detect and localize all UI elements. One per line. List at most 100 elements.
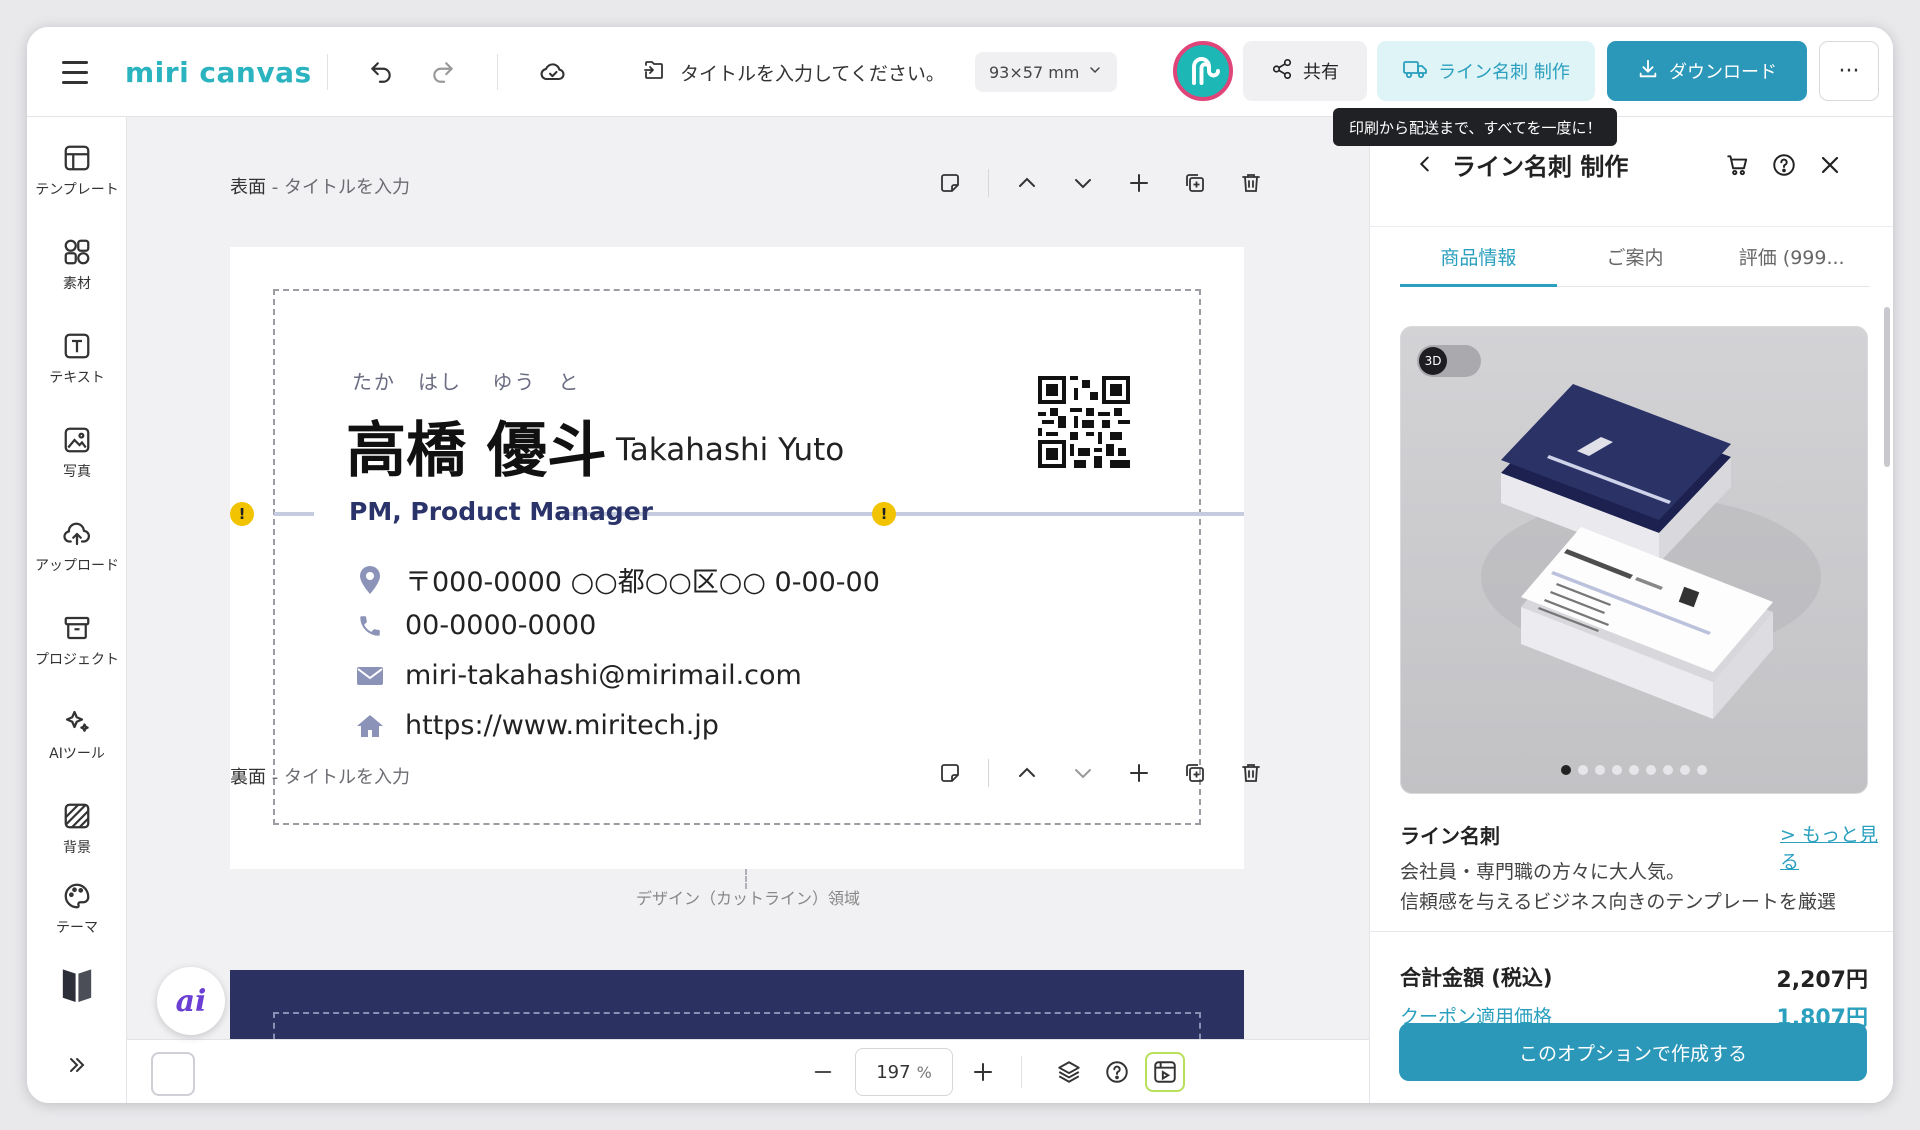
- cloud-save-icon[interactable]: [531, 50, 575, 94]
- sidebar-item-upload[interactable]: アップロード: [27, 507, 127, 587]
- sidebar-item-text[interactable]: テキスト: [27, 319, 127, 399]
- tools-divider: [988, 169, 989, 197]
- carousel-dot[interactable]: [1697, 765, 1707, 775]
- guide-book-icon[interactable]: [59, 967, 95, 1003]
- share-icon: [1271, 58, 1293, 85]
- expand-sidebar-icon[interactable]: [59, 1047, 95, 1083]
- carousel-dot[interactable]: [1646, 765, 1656, 775]
- line-card-label: ライン名刺 制作: [1438, 62, 1570, 83]
- carousel-dot[interactable]: [1612, 765, 1622, 775]
- menu-icon[interactable]: [57, 54, 93, 90]
- line-card-order-button[interactable]: ライン名刺 制作: [1377, 41, 1595, 101]
- sidebar-item-label: 写真: [63, 464, 91, 480]
- zoom-out-button[interactable]: [803, 1052, 843, 1092]
- upload-icon: [63, 522, 90, 546]
- sidebar-item-photo[interactable]: 写真: [27, 413, 127, 493]
- document-title[interactable]: タイトルを入力してください。: [642, 50, 945, 94]
- right-panel: ライン名刺 制作 商品情報 ご案内 評価 (999... 3D ライン名刺 > …: [1369, 117, 1893, 1103]
- move-up-icon[interactable]: [1009, 755, 1045, 791]
- carousel-dot[interactable]: [1663, 765, 1673, 775]
- duplicate-page-icon[interactable]: [1177, 165, 1213, 201]
- move-up-icon[interactable]: [1009, 165, 1045, 201]
- back-page-tools: [932, 755, 1289, 791]
- front-title[interactable]: - タイトルを入力: [266, 177, 410, 198]
- user-avatar[interactable]: [1173, 41, 1233, 101]
- preview-mode-icon[interactable]: [1145, 1052, 1185, 1092]
- page-thumbnail-button[interactable]: [151, 1052, 195, 1096]
- layers-icon[interactable]: [1049, 1052, 1089, 1092]
- zoom-input[interactable]: 197 %: [855, 1048, 953, 1096]
- warning-icon[interactable]: !: [230, 502, 254, 526]
- website-row[interactable]: https://www.miritech.jp: [355, 710, 719, 741]
- carousel-dot[interactable]: [1595, 765, 1605, 775]
- help-icon[interactable]: [1097, 1052, 1137, 1092]
- panel-scrollbar[interactable]: [1884, 307, 1890, 467]
- email-row[interactable]: miri-takahashi@mirimail.com: [355, 660, 802, 691]
- sidebar-item-background[interactable]: 背景: [27, 789, 127, 869]
- qr-code-image[interactable]: [1038, 376, 1130, 468]
- tab-product-info[interactable]: 商品情報: [1400, 227, 1557, 287]
- sidebar-item-theme[interactable]: テーマ: [27, 875, 127, 939]
- carousel-dot[interactable]: [1629, 765, 1639, 775]
- sidebar-item-template[interactable]: テンプレート: [27, 131, 127, 211]
- add-page-icon[interactable]: [1121, 165, 1157, 201]
- sidebar-item-label: テーマ: [56, 920, 98, 936]
- tab-reviews[interactable]: 評価 (999...: [1713, 227, 1870, 286]
- sidebar-item-label: 背景: [63, 840, 91, 856]
- app-logo[interactable]: miri canvas: [125, 49, 312, 95]
- page-note-icon[interactable]: [932, 165, 968, 201]
- move-down-icon[interactable]: [1065, 755, 1101, 791]
- back-title[interactable]: - タイトルを入力: [266, 767, 410, 788]
- sidebar-item-ai-tools[interactable]: AIツール: [27, 695, 127, 775]
- product-description: 会社員・専門職の方々に大人気。 信頼感を与えるビジネス向きのテンプレートを厳選: [1400, 857, 1860, 923]
- 3d-toggle[interactable]: 3D: [1417, 345, 1481, 377]
- accent-line: [562, 512, 1244, 516]
- ai-assistant-button[interactable]: ai: [157, 967, 225, 1035]
- zoom-in-button[interactable]: [963, 1052, 1003, 1092]
- name-japanese[interactable]: 高橋 優斗: [346, 402, 607, 489]
- front-page-label[interactable]: 表面 - タイトルを入力: [230, 173, 410, 199]
- duplicate-page-icon[interactable]: [1177, 755, 1213, 791]
- business-card-back[interactable]: [230, 970, 1244, 1039]
- undo-icon[interactable]: [359, 50, 403, 94]
- app-window: miri canvas タイトルを入力してください。 93×57 mm 共有 ラ…: [27, 27, 1893, 1103]
- move-down-icon[interactable]: [1065, 165, 1101, 201]
- text-icon: [64, 333, 90, 359]
- size-dropdown[interactable]: 93×57 mm: [975, 52, 1118, 92]
- more-options-button[interactable]: ···: [1819, 41, 1879, 101]
- back-page-label[interactable]: 裏面 - タイトルを入力: [230, 763, 410, 789]
- minus-icon: [814, 1071, 832, 1073]
- carousel-dot[interactable]: [1578, 765, 1588, 775]
- create-with-option-button[interactable]: このオプションで作成する: [1399, 1023, 1867, 1081]
- project-icon: [64, 616, 90, 640]
- add-page-icon[interactable]: [1121, 755, 1157, 791]
- name-furigana[interactable]: たか はし ゆう と: [352, 366, 580, 395]
- left-sidebar: テンプレート 素材 テキスト 写真 アップロード プロジェクト AIツール 背景…: [27, 117, 127, 1103]
- delete-page-icon[interactable]: [1233, 165, 1269, 201]
- phone-row[interactable]: 00-0000-0000: [355, 610, 596, 641]
- delete-page-icon[interactable]: [1233, 755, 1269, 791]
- address-row[interactable]: 〒000-0000 ○○都○○区○○ 0-00-00: [355, 560, 880, 599]
- sidebar-item-elements[interactable]: 素材: [27, 225, 127, 305]
- carousel-dot[interactable]: [1680, 765, 1690, 775]
- close-icon[interactable]: [1814, 149, 1846, 181]
- job-title[interactable]: PM, Product Manager: [349, 497, 653, 526]
- download-button[interactable]: ダウンロード: [1607, 41, 1807, 101]
- description-text: 会社員・専門職の方々に大人気。 信頼感を与えるビジネス向きのテンプレートを厳選: [1400, 861, 1836, 913]
- total-price: 2,207円: [1776, 968, 1868, 993]
- phone-icon: [355, 611, 385, 641]
- product-preview-image[interactable]: 3D: [1400, 326, 1868, 794]
- redo-icon[interactable]: [421, 50, 465, 94]
- page-note-icon[interactable]: [932, 755, 968, 791]
- warning-icon[interactable]: !: [872, 502, 896, 526]
- accent-line: [274, 512, 314, 516]
- name-english[interactable]: Takahashi Yuto: [616, 432, 844, 468]
- cart-icon[interactable]: [1722, 149, 1754, 181]
- help-icon[interactable]: [1768, 149, 1800, 181]
- share-button[interactable]: 共有: [1243, 41, 1367, 101]
- tab-guide[interactable]: ご案内: [1557, 227, 1714, 286]
- photo-icon: [64, 427, 90, 453]
- carousel-dot[interactable]: [1561, 765, 1571, 775]
- sidebar-item-project[interactable]: プロジェクト: [27, 601, 127, 681]
- back-arrow-icon[interactable]: [1410, 149, 1440, 179]
